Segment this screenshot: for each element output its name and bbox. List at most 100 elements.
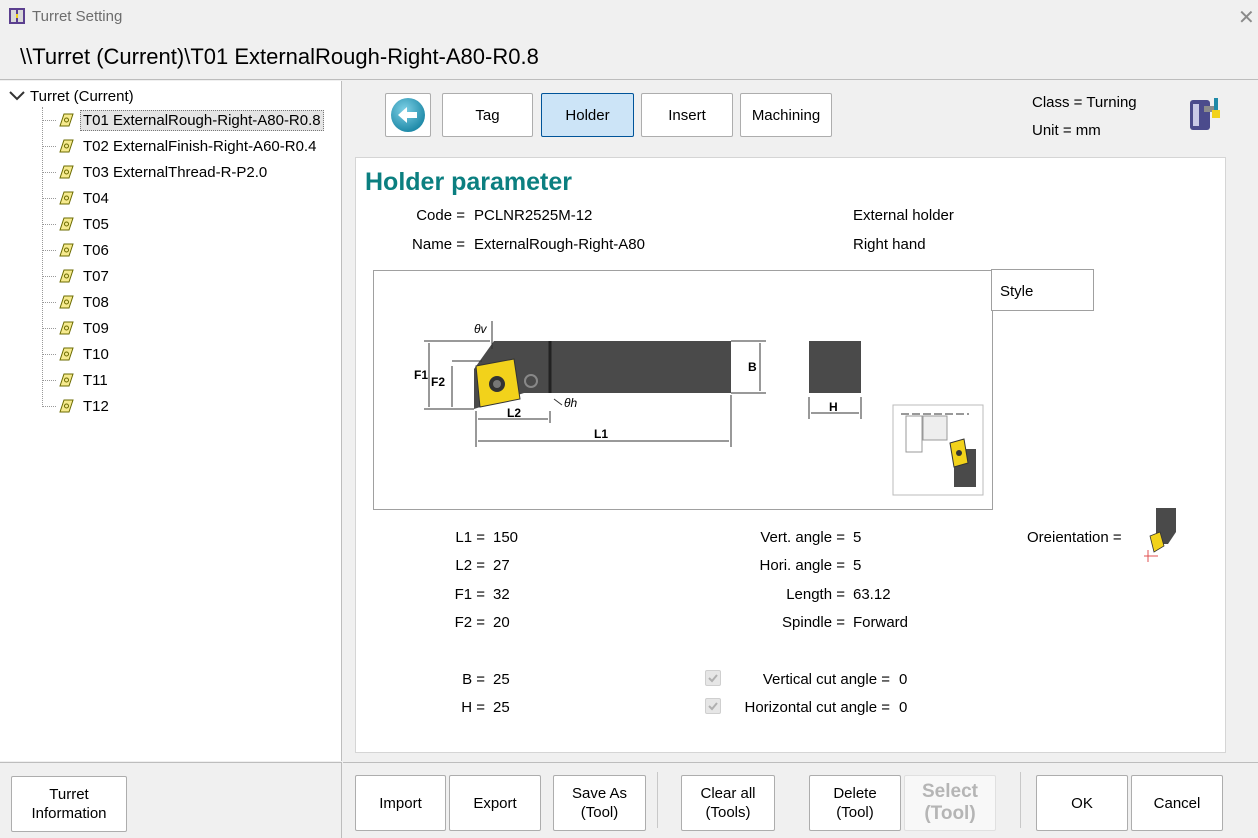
tree-item-t05[interactable]: T05 bbox=[42, 212, 112, 236]
vertical-cut-value: 0 bbox=[899, 671, 908, 688]
dim-f1: F1 bbox=[414, 368, 428, 382]
tree-item-label: T05 bbox=[83, 215, 109, 233]
tree-item-t12[interactable]: T12 bbox=[42, 394, 112, 418]
tool-insert-icon bbox=[59, 217, 74, 231]
tree-item-label: T09 bbox=[83, 319, 109, 337]
tool-insert-icon bbox=[59, 321, 74, 335]
tree-item-label: T01 ExternalRough-Right-A80-R0.8 bbox=[80, 109, 324, 131]
f1-label: F1 = bbox=[454, 586, 485, 603]
tree-connector bbox=[42, 223, 56, 225]
length-label: Length = bbox=[786, 586, 845, 603]
tool-insert-icon bbox=[59, 347, 74, 361]
tree-connector bbox=[42, 327, 56, 329]
tool-insert-icon bbox=[59, 295, 74, 309]
tree-item-label: T11 bbox=[83, 371, 108, 389]
vertical-cut-checkbox[interactable] bbox=[705, 670, 721, 686]
horizontal-cut-checkbox[interactable] bbox=[705, 698, 721, 714]
vert-angle-value: 5 bbox=[853, 529, 862, 546]
tree-item-t11[interactable]: T11 bbox=[42, 368, 111, 392]
tree-item-label: T04 bbox=[83, 189, 109, 207]
f1-value: 32 bbox=[493, 586, 510, 603]
title-bar: Turret Setting ✕ bbox=[0, 0, 1258, 34]
tree-item-label: T06 bbox=[83, 241, 109, 259]
back-button[interactable] bbox=[385, 93, 431, 137]
tree-connector bbox=[42, 275, 56, 277]
code-label: Code = bbox=[416, 207, 465, 224]
tree-connector bbox=[42, 171, 56, 173]
class-info: Class = Turning bbox=[1032, 94, 1137, 111]
tree-root[interactable]: Turret (Current) bbox=[8, 85, 134, 107]
turret-information-button[interactable]: Turret Information bbox=[11, 776, 127, 832]
tree-connector bbox=[42, 197, 56, 199]
l1-label: L1 = bbox=[455, 529, 485, 546]
tool-insert-icon bbox=[59, 191, 74, 205]
tree-item-t09[interactable]: T09 bbox=[42, 316, 112, 340]
dim-theta-v: θv bbox=[474, 322, 488, 336]
tree-connector bbox=[42, 249, 56, 251]
tool-insert-icon bbox=[59, 165, 74, 179]
turret-app-icon bbox=[9, 8, 25, 24]
tree-item-t10[interactable]: T10 bbox=[42, 342, 112, 366]
clear-all-button[interactable]: Clear all (Tools) bbox=[681, 775, 775, 831]
holder-diagram: F1 F2 L2 L1 B H θv θh bbox=[373, 270, 993, 510]
l2-value: 27 bbox=[493, 557, 510, 574]
tree-item-t06[interactable]: T06 bbox=[42, 238, 112, 262]
tree-item-t04[interactable]: T04 bbox=[42, 186, 112, 210]
vertical-cut-label: Vertical cut angle = bbox=[762, 671, 890, 688]
tab-machining[interactable]: Machining bbox=[740, 93, 832, 137]
f2-value: 20 bbox=[493, 614, 510, 631]
tool-insert-icon bbox=[59, 139, 74, 153]
tree-item-label: T03 ExternalThread-R-P2.0 bbox=[83, 163, 268, 181]
separator bbox=[657, 772, 658, 828]
checkmark-icon bbox=[708, 702, 718, 711]
ok-button[interactable]: OK bbox=[1036, 775, 1128, 831]
h-value: 25 bbox=[493, 699, 510, 716]
close-icon[interactable]: ✕ bbox=[1238, 5, 1255, 30]
tool-insert-icon bbox=[59, 243, 74, 257]
tree-connector bbox=[42, 145, 56, 147]
tree-item-t07[interactable]: T07 bbox=[42, 264, 112, 288]
b-label: B = bbox=[462, 671, 485, 688]
tree-item-t02[interactable]: T02 ExternalFinish-Right-A60-R0.4 bbox=[42, 134, 319, 158]
l1-value: 150 bbox=[493, 529, 519, 546]
tab-holder[interactable]: Holder bbox=[541, 93, 634, 137]
left-bottom-bar: Turret Information bbox=[0, 762, 342, 838]
tree-root-label: Turret (Current) bbox=[30, 87, 134, 105]
orientation-label: Oreientation = bbox=[1027, 529, 1122, 546]
tree-item-label: T07 bbox=[83, 267, 109, 285]
export-button[interactable]: Export bbox=[449, 775, 541, 831]
separator bbox=[1020, 772, 1021, 828]
code-value: PCLNR2525M-12 bbox=[474, 207, 593, 224]
tree-connector bbox=[42, 353, 56, 355]
tree-item-t01[interactable]: T01 ExternalRough-Right-A80-R0.8 bbox=[42, 108, 324, 132]
turret-setting-window: Turret Setting ✕ \\Turret (Current)\T01 … bbox=[0, 0, 1258, 838]
select-tool-button[interactable]: Select (Tool) bbox=[904, 775, 996, 831]
tree-item-t03[interactable]: T03 ExternalThread-R-P2.0 bbox=[42, 160, 270, 184]
style-box: Style bbox=[991, 269, 1094, 311]
chevron-down-icon[interactable] bbox=[8, 89, 26, 103]
spindle-label: Spindle = bbox=[782, 614, 845, 631]
orientation-icon bbox=[1144, 508, 1176, 562]
vert-angle-label: Vert. angle = bbox=[760, 529, 845, 546]
tree-connector bbox=[42, 119, 56, 121]
name-label: Name = bbox=[412, 236, 465, 253]
dim-f2: F2 bbox=[431, 375, 445, 389]
tab-tag[interactable]: Tag bbox=[442, 93, 533, 137]
holder-heading: Holder parameter bbox=[365, 168, 573, 196]
tree-item-t08[interactable]: T08 bbox=[42, 290, 112, 314]
window-title: Turret Setting bbox=[32, 8, 123, 25]
delete-button[interactable]: Delete (Tool) bbox=[809, 775, 901, 831]
dim-b: B bbox=[748, 360, 757, 374]
hori-angle-value: 5 bbox=[853, 557, 862, 574]
tree-item-label: T08 bbox=[83, 293, 109, 311]
holder-end-view bbox=[809, 341, 861, 393]
tree-item-label: T02 ExternalFinish-Right-A60-R0.4 bbox=[83, 137, 317, 155]
holder-type: External holder bbox=[853, 207, 954, 224]
import-button[interactable]: Import bbox=[355, 775, 446, 831]
cancel-button[interactable]: Cancel bbox=[1131, 775, 1223, 831]
checkmark-icon bbox=[708, 674, 718, 683]
tree-connector bbox=[42, 301, 56, 303]
holder-drawing: F1 F2 L2 L1 B H θv θh bbox=[414, 321, 984, 496]
save-as-button[interactable]: Save As (Tool) bbox=[553, 775, 646, 831]
tab-insert[interactable]: Insert bbox=[641, 93, 733, 137]
